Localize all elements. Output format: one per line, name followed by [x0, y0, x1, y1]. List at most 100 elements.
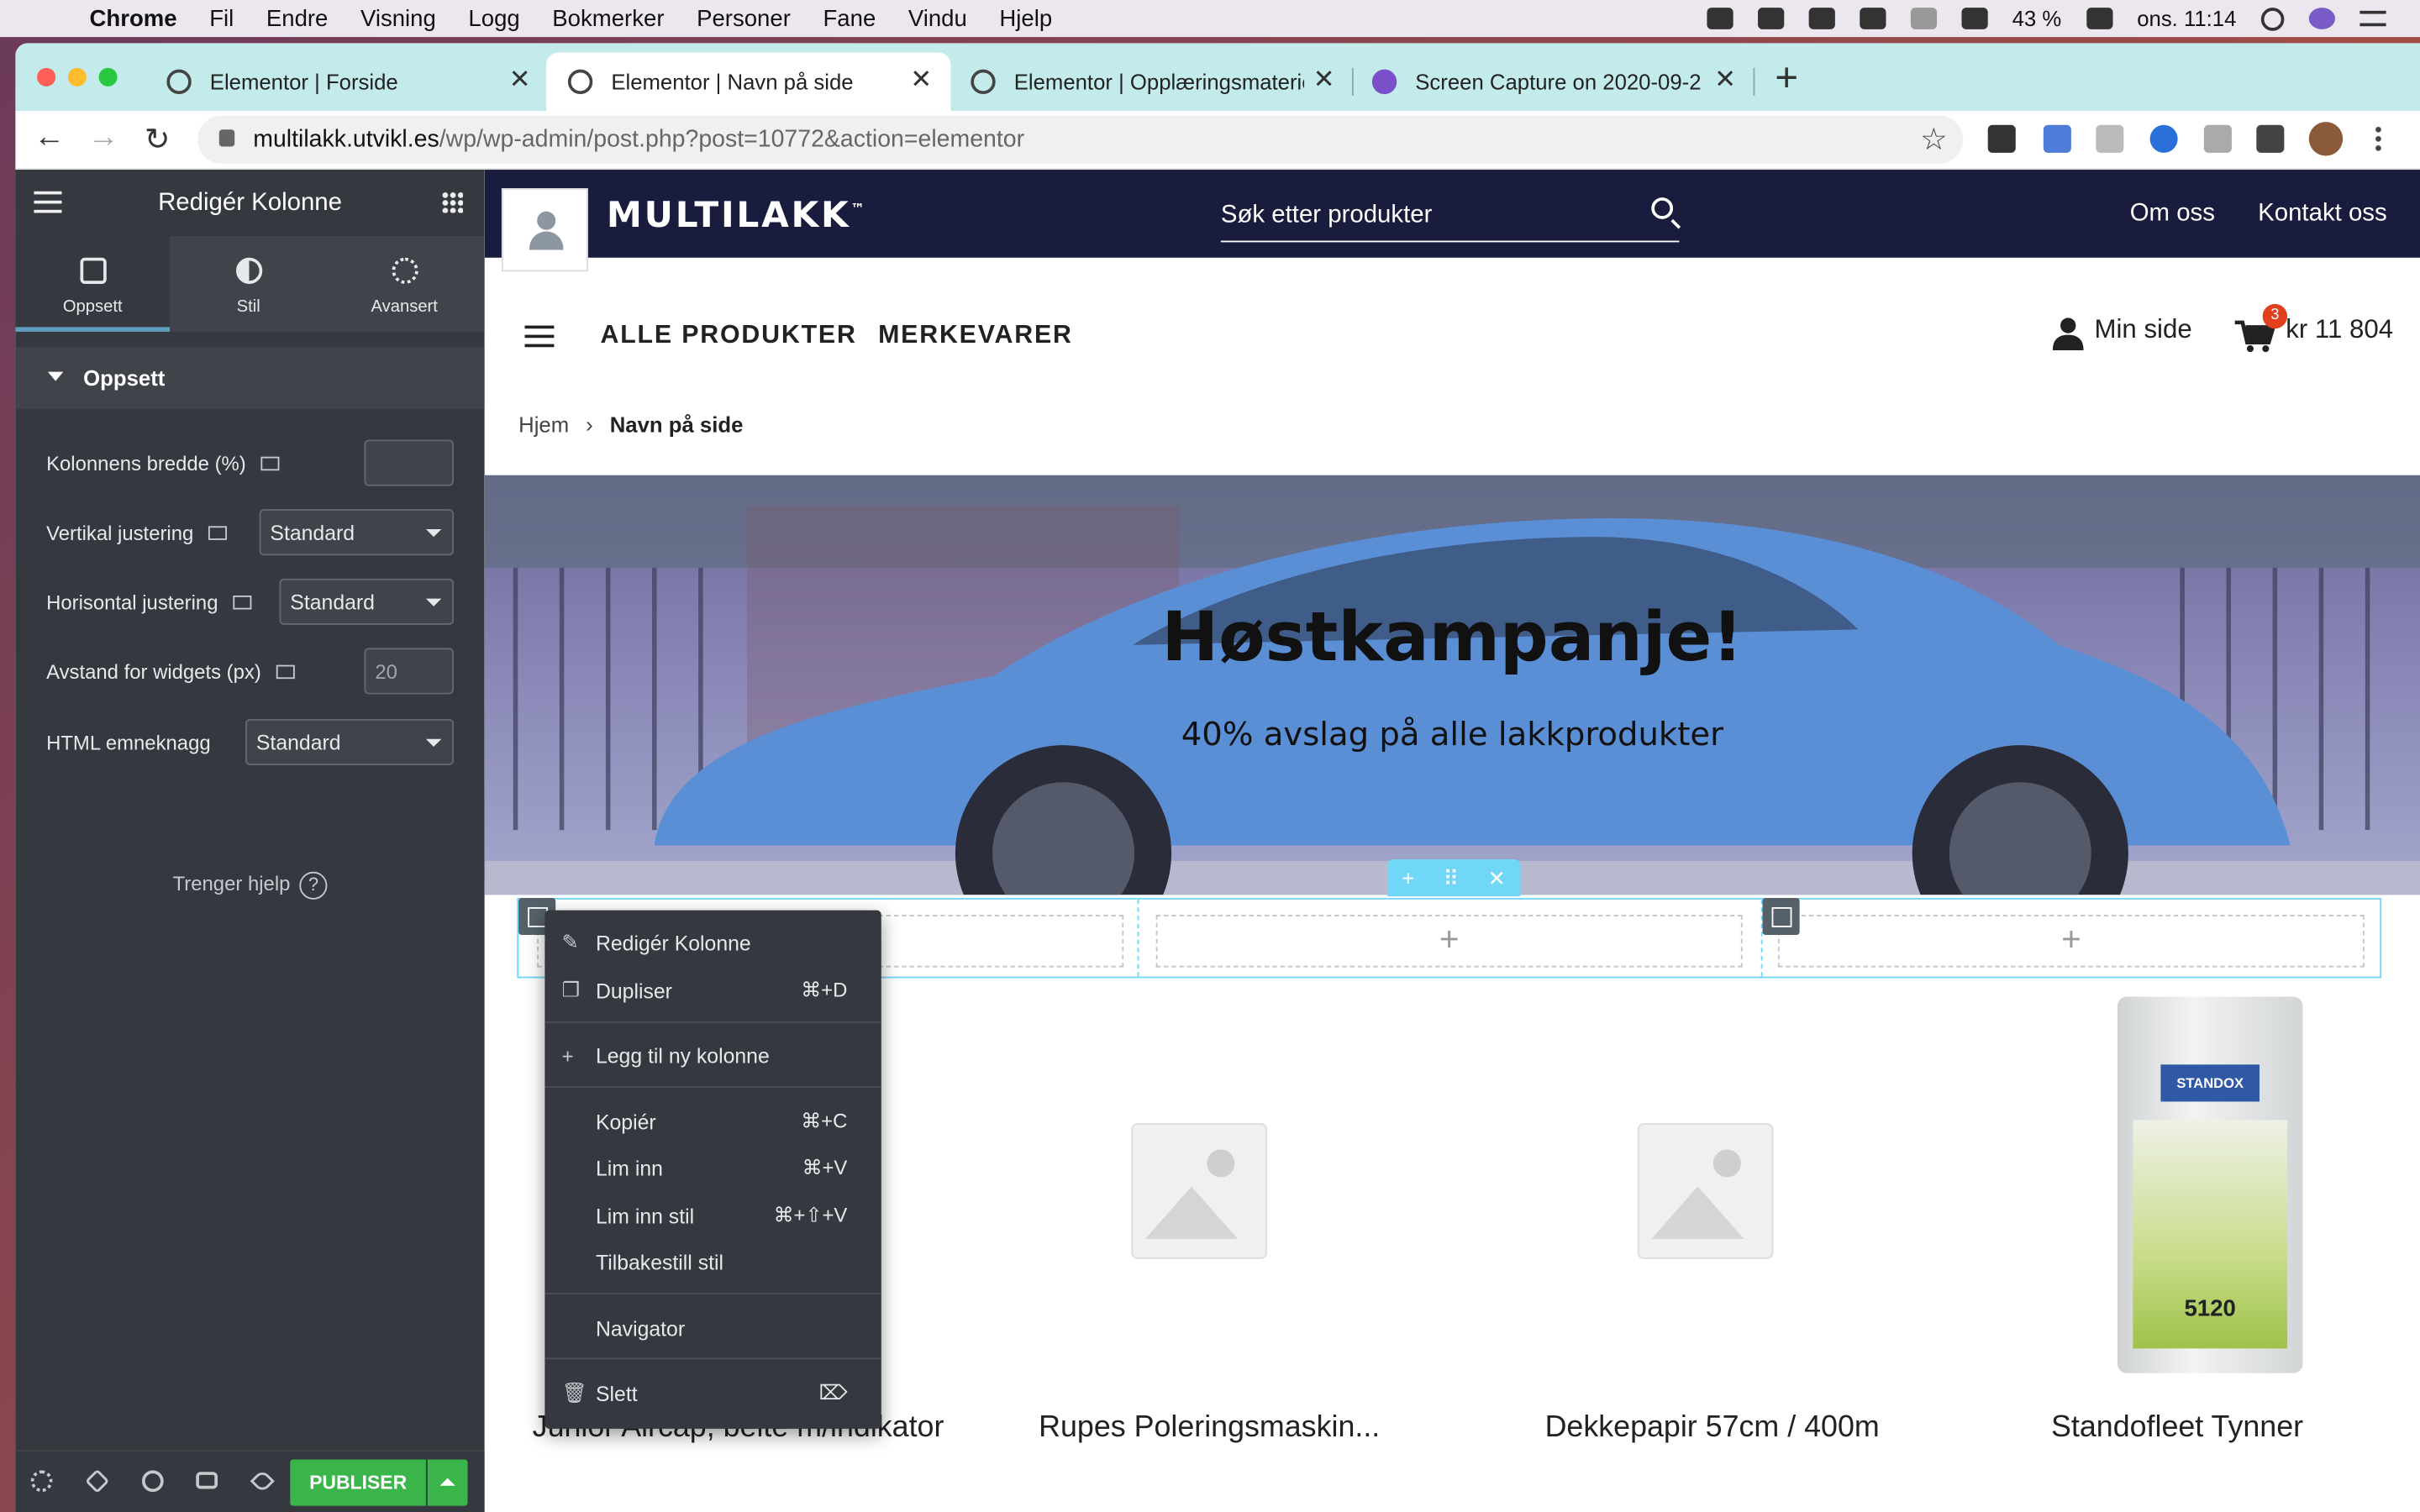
control-center-icon[interactable] [2360, 10, 2386, 27]
empty-column-drop-area[interactable]: + [1155, 915, 1743, 968]
history-icon[interactable] [141, 1470, 164, 1493]
tab-opplaering[interactable]: Elementor | Opplæringsmateriell ✕ [950, 52, 1354, 111]
menu-hjelp[interactable]: Hjelp [999, 5, 1052, 31]
close-tab-icon[interactable]: ✕ [1313, 65, 1335, 96]
menu-visning[interactable]: Visning [360, 5, 436, 31]
site-menu-icon[interactable] [524, 325, 555, 348]
extension-icon[interactable] [1987, 124, 2016, 153]
horizontal-align-select[interactable]: Standard [279, 578, 455, 625]
menu-item-paste-style[interactable]: Lim inn stil ⌘+⇧+V [544, 1199, 881, 1232]
menu-personer[interactable]: Personer [697, 5, 791, 31]
nav-alle-produkter[interactable]: ALLE PRODUKTER [600, 321, 856, 350]
navigator-layers-icon[interactable] [85, 1468, 110, 1494]
section-oppsett[interactable]: Oppsett [15, 347, 485, 409]
search-status-icon[interactable] [1859, 8, 1886, 29]
menu-fane[interactable]: Fane [823, 5, 876, 31]
tab-avansert[interactable]: Avansert [327, 236, 481, 332]
tab-forside[interactable]: Elementor | Forside ✕ [145, 52, 550, 111]
close-tab-icon[interactable]: ✕ [509, 65, 531, 96]
link-om-oss[interactable]: Om oss [2130, 201, 2215, 228]
user-icon[interactable] [2052, 317, 2084, 350]
menu-item-reset-style[interactable]: Tilbakestill stil [544, 1245, 881, 1278]
extension-icon[interactable] [2096, 124, 2124, 153]
menu-app[interactable]: Chrome [90, 5, 177, 31]
cart-total[interactable]: kr 11 804 [2286, 315, 2393, 346]
product-title[interactable]: Standofleet Tynner [2051, 1407, 2420, 1449]
html-tag-select[interactable]: Standard [245, 718, 455, 766]
avatar[interactable] [2308, 122, 2344, 156]
menu-fil[interactable]: Fil [209, 5, 234, 31]
puzzle-icon[interactable] [2256, 124, 2285, 153]
siri-icon[interactable] [2308, 8, 2335, 29]
new-tab-button[interactable]: + [1775, 57, 1798, 97]
breadcrumb-home[interactable]: Hjem [518, 412, 569, 436]
zoom-window-button[interactable] [98, 67, 118, 87]
column-handle-icon[interactable] [1762, 897, 1800, 936]
help-link[interactable]: Trenger hjelp? [15, 871, 484, 900]
creative-cloud-icon[interactable] [1757, 8, 1784, 29]
status-app-icon[interactable] [1706, 8, 1733, 29]
tab-navn-pa-side[interactable]: Elementor | Navn på side ✕ [546, 52, 951, 112]
menu-item-add-column[interactable]: + Legg til ny kolonne [544, 1038, 881, 1072]
search-icon[interactable] [1651, 197, 1674, 219]
empty-column-drop-area[interactable]: + [1777, 915, 2365, 968]
hamburger-menu-icon[interactable] [34, 191, 62, 213]
product-image-thinner-can[interactable]: STANDOX 5120 [2118, 996, 2303, 1373]
battery-icon[interactable] [2086, 8, 2112, 29]
widgets-space-input[interactable]: 20 [364, 648, 455, 695]
publish-options-button[interactable] [427, 1459, 468, 1506]
tab-stil[interactable]: Stil [171, 236, 326, 332]
account-link[interactable]: Min side [2094, 315, 2191, 346]
extension-icon[interactable] [2149, 124, 2178, 153]
site-logo[interactable]: MULTILAKK™ [607, 196, 867, 236]
forward-button[interactable]: → [82, 120, 124, 155]
product-title[interactable]: Dekkepapir 57cm / 400m [1545, 1407, 1977, 1449]
address-bar[interactable]: multilakk.utvikl.es/wp/wp-admin/post.php… [197, 115, 1964, 164]
desktop-icon[interactable] [208, 525, 228, 539]
drag-section-icon[interactable]: ⠿ [1443, 864, 1459, 890]
desktop-icon[interactable] [233, 595, 252, 609]
menu-logg[interactable]: Logg [468, 5, 519, 31]
tab-screen-capture[interactable]: Screen Capture on 2020-09-2 ✕ [1350, 52, 1755, 111]
publish-button[interactable]: PUBLISER [290, 1459, 426, 1506]
hero-banner[interactable]: Høstkampanje! 40% avslag på alle lakkpro… [484, 475, 2420, 895]
preview-eye-icon[interactable] [250, 1468, 275, 1494]
close-window-button[interactable] [37, 67, 56, 87]
link-kontakt-oss[interactable]: Kontakt oss [2258, 201, 2387, 228]
menu-item-copy[interactable]: Kopiér ⌘+C [544, 1105, 881, 1138]
bluetooth-icon[interactable] [1910, 8, 1937, 29]
close-tab-icon[interactable]: ✕ [1714, 65, 1736, 96]
vertical-align-select[interactable]: Standard [259, 509, 455, 556]
plus-status-icon[interactable] [1808, 8, 1835, 29]
product-title[interactable]: Rupes Poleringsmaskin... [1039, 1407, 1470, 1449]
column-width-input[interactable] [364, 439, 455, 486]
desktop-icon[interactable] [276, 664, 296, 679]
spotlight-icon[interactable] [2260, 7, 2285, 30]
widgets-grid-icon[interactable] [441, 191, 464, 213]
extension-icon[interactable] [2043, 124, 2071, 153]
menu-item-duplicate[interactable]: ❐ Dupliser ⌘+D [544, 974, 881, 1007]
add-section-icon[interactable]: + [1402, 865, 1414, 890]
nav-merkevarer[interactable]: MERKEVARER [878, 321, 1073, 350]
menu-item-delete[interactable]: 🗑 Slett ⌦ [544, 1376, 881, 1410]
responsive-mode-icon[interactable] [196, 1472, 218, 1489]
menu-item-navigator[interactable]: Navigator [544, 1311, 881, 1345]
delete-section-icon[interactable]: ✕ [1487, 864, 1506, 890]
wifi-icon[interactable] [1960, 8, 1988, 29]
back-button[interactable]: ← [28, 120, 71, 155]
minimize-window-button[interactable] [67, 67, 87, 87]
menu-endre[interactable]: Endre [266, 5, 329, 31]
camera-icon[interactable] [2203, 124, 2232, 153]
reload-button[interactable]: ↻ [136, 120, 179, 159]
desktop-icon[interactable] [261, 455, 281, 470]
menu-item-paste[interactable]: Lim inn ⌘+V [544, 1151, 881, 1184]
close-tab-icon[interactable]: ✕ [910, 65, 932, 96]
more-menu-icon[interactable] [2373, 124, 2383, 153]
menu-vindu[interactable]: Vindu [908, 5, 967, 31]
product-search-input[interactable]: Søk etter produkter [1220, 197, 1680, 243]
menu-bokmerker[interactable]: Bokmerker [552, 5, 664, 31]
lock-icon[interactable] [218, 129, 235, 147]
clock[interactable]: ons. 11:14 [2137, 6, 2236, 30]
section-handle[interactable]: + ⠿ ✕ [1387, 859, 1521, 897]
tab-oppsett[interactable]: Oppsett [15, 236, 171, 332]
